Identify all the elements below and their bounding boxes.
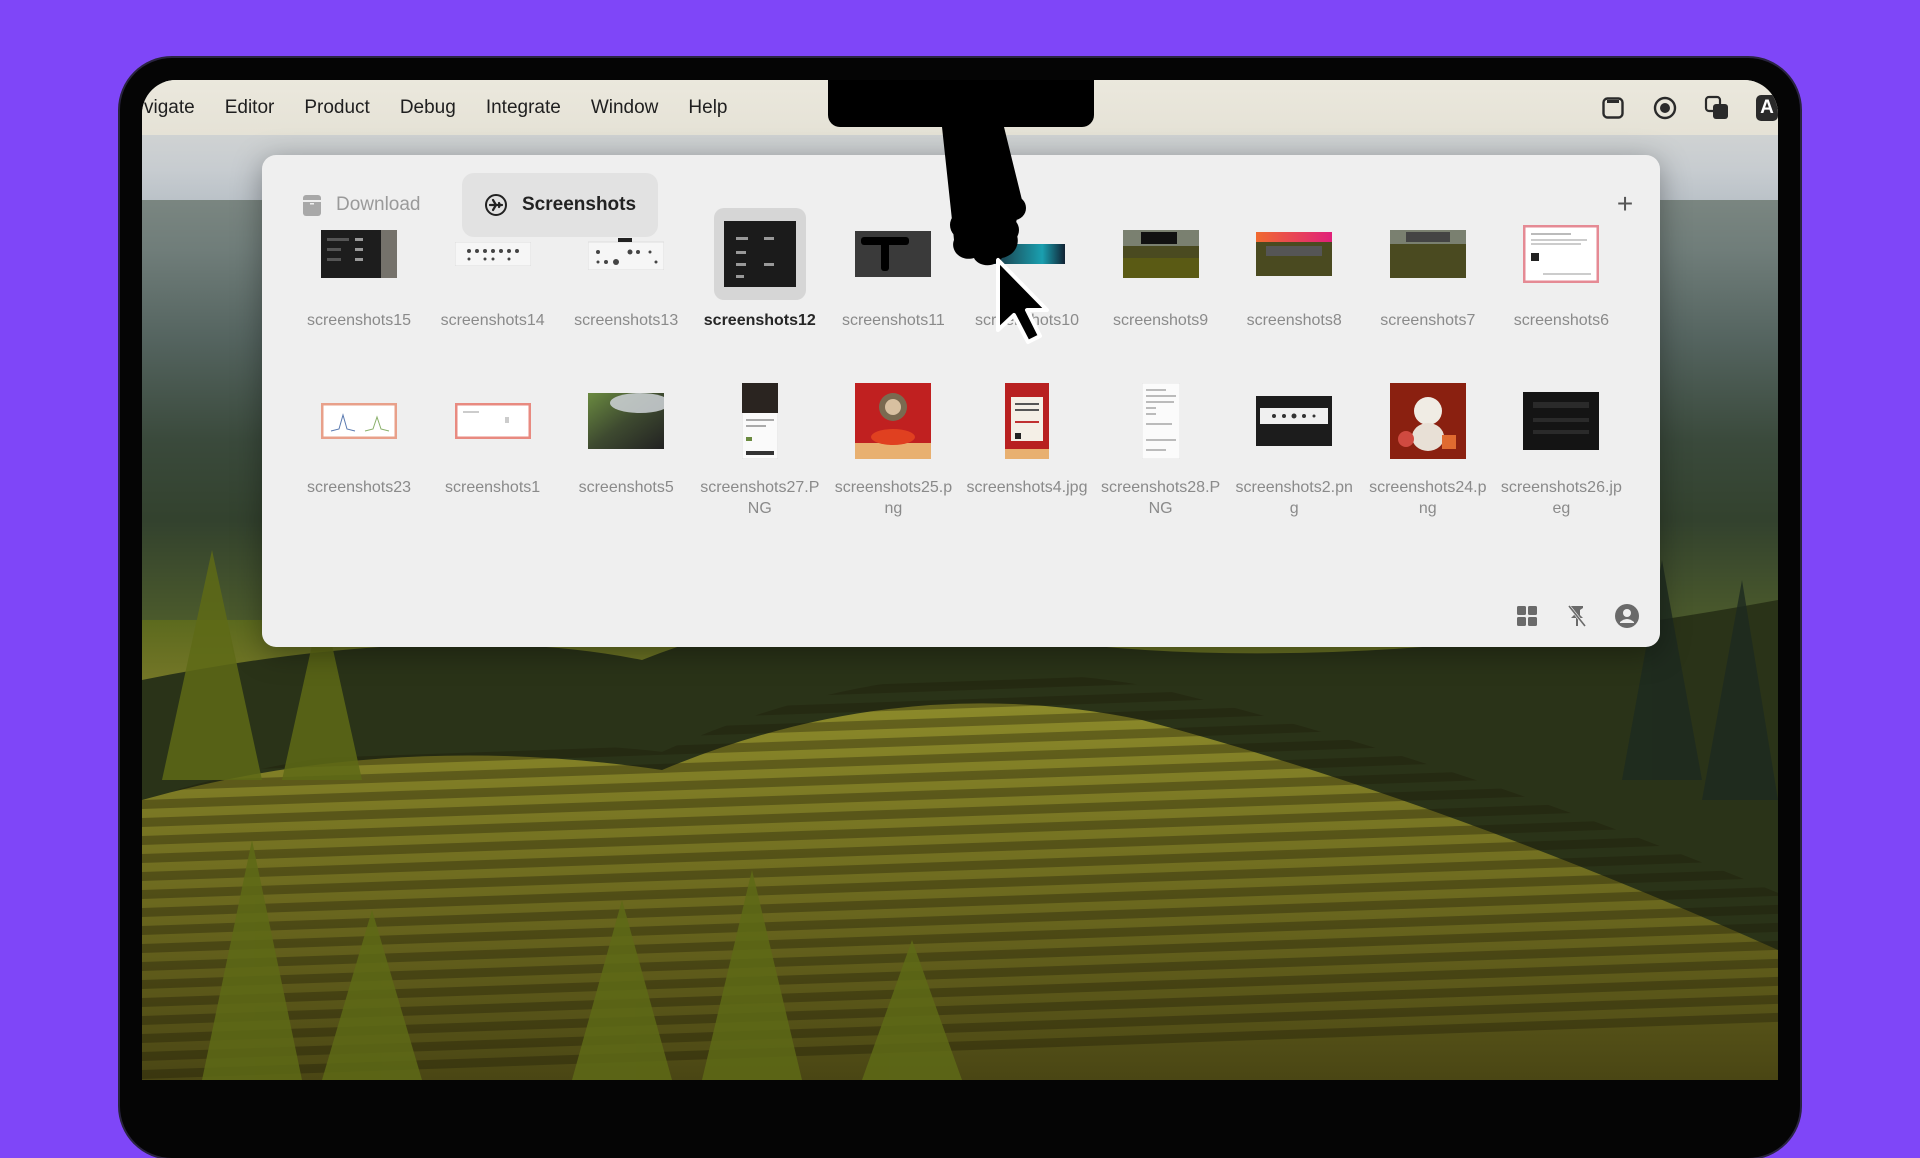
file-item[interactable]: screenshots12 xyxy=(698,208,822,331)
menu-debug[interactable]: Debug xyxy=(400,97,456,119)
file-name: screenshots24.png xyxy=(1369,479,1487,517)
menu-integrate[interactable]: Integrate xyxy=(486,97,561,119)
file-thumbnail xyxy=(313,375,405,467)
file-item[interactable]: screenshots26.jpeg xyxy=(1499,375,1623,519)
file-thumbnail xyxy=(1382,375,1474,467)
shelf-panel: Download Screenshots + screenshots15 scre… xyxy=(262,155,1660,647)
file-item[interactable]: screenshots24.png xyxy=(1366,375,1490,519)
file-thumbnail xyxy=(1115,208,1207,300)
file-item[interactable]: screenshots8 xyxy=(1232,208,1356,331)
file-thumbnail xyxy=(313,208,405,300)
menu-product[interactable]: Product xyxy=(304,97,369,119)
file-thumbnail xyxy=(1515,208,1607,300)
file-name: screenshots26.jpeg xyxy=(1500,479,1622,517)
file-name: screenshots23 xyxy=(306,479,412,496)
file-name: screenshots11 xyxy=(841,312,945,329)
file-item[interactable]: screenshots10 xyxy=(965,208,1089,331)
menu-editor[interactable]: Editor xyxy=(225,97,275,119)
file-thumbnail xyxy=(981,208,1073,300)
file-thumbnail xyxy=(580,375,672,467)
file-item[interactable]: screenshots13 xyxy=(564,208,688,331)
file-thumbnail xyxy=(447,375,539,467)
file-item[interactable]: screenshots14 xyxy=(431,208,555,331)
file-thumbnail xyxy=(1248,375,1340,467)
file-thumbnail xyxy=(847,208,939,300)
file-thumbnail xyxy=(580,208,672,300)
file-thumbnail xyxy=(847,375,939,467)
file-item[interactable]: screenshots6 xyxy=(1499,208,1623,331)
file-name: screenshots6 xyxy=(1513,312,1609,329)
file-item[interactable]: screenshots28.PNG xyxy=(1099,375,1223,519)
desktop-screen: vigate Editor Product Debug Integrate Wi… xyxy=(142,80,1778,1080)
menu-navigate[interactable]: vigate xyxy=(144,97,195,119)
menu-window[interactable]: Window xyxy=(591,97,659,119)
file-name: screenshots5 xyxy=(578,479,674,496)
file-name: screenshots28.PNG xyxy=(1101,479,1221,517)
file-item[interactable]: screenshots2.png xyxy=(1232,375,1356,519)
file-name: screenshots12 xyxy=(703,312,816,329)
file-thumbnail xyxy=(1115,375,1207,467)
file-item[interactable]: screenshots9 xyxy=(1099,208,1223,331)
file-item[interactable]: screenshots25.png xyxy=(831,375,955,519)
overlapping-squares-icon[interactable] xyxy=(1704,95,1730,121)
file-thumbnail xyxy=(447,208,539,300)
file-thumbnail xyxy=(981,375,1073,467)
file-name: screenshots4.jpg xyxy=(966,479,1088,496)
file-name: screenshots25.png xyxy=(834,479,953,517)
file-thumbnail xyxy=(1382,208,1474,300)
file-item[interactable]: screenshots11 xyxy=(831,208,955,331)
file-name: screenshots1 xyxy=(445,479,541,496)
file-thumbnail xyxy=(713,208,806,300)
file-name: screenshots2.png xyxy=(1235,479,1353,517)
file-thumbnail xyxy=(1248,208,1340,300)
file-item[interactable]: screenshots15 xyxy=(297,208,421,331)
record-icon[interactable] xyxy=(1652,95,1678,121)
input-source-label: A xyxy=(1756,94,1778,121)
file-name: screenshots27.PNG xyxy=(700,479,820,517)
file-item[interactable]: screenshots7 xyxy=(1366,208,1490,331)
file-thumbnail xyxy=(1515,375,1607,467)
account-icon[interactable] xyxy=(1614,603,1640,629)
file-name: screenshots8 xyxy=(1246,312,1342,329)
file-item[interactable]: screenshots5 xyxy=(564,375,688,498)
file-name: screenshots14 xyxy=(440,312,545,329)
file-name: screenshots9 xyxy=(1113,312,1209,329)
unpin-icon[interactable] xyxy=(1564,603,1590,629)
file-item[interactable]: screenshots23 xyxy=(297,375,421,498)
file-name: screenshots13 xyxy=(574,312,679,329)
file-item[interactable]: screenshots1 xyxy=(431,375,555,498)
file-name: screenshots15 xyxy=(306,312,412,329)
file-thumbnail xyxy=(714,375,806,467)
input-source-icon[interactable]: A xyxy=(1756,94,1778,121)
file-name: screenshots10 xyxy=(974,312,1080,329)
window-icon[interactable] xyxy=(1600,95,1626,121)
menu-help[interactable]: Help xyxy=(688,97,727,119)
file-item[interactable]: screenshots4.jpg xyxy=(965,375,1089,498)
grid-view-icon[interactable] xyxy=(1514,603,1540,629)
file-item[interactable]: screenshots27.PNG xyxy=(698,375,822,519)
file-name: screenshots7 xyxy=(1380,312,1476,329)
camera-notch xyxy=(828,80,1094,127)
